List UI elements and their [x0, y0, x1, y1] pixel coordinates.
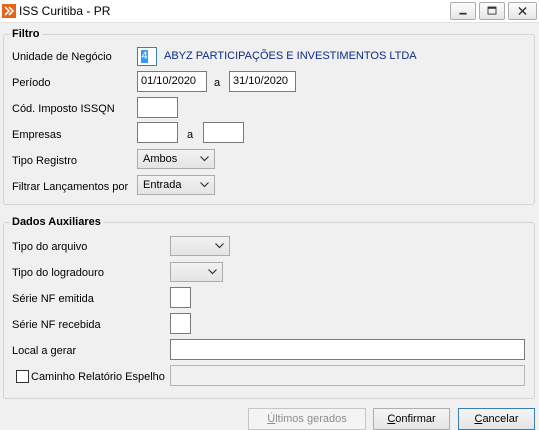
cod-imposto-input[interactable] — [137, 97, 178, 118]
tipo-arquivo-select[interactable] — [170, 236, 230, 256]
close-icon — [518, 6, 527, 16]
serie-emitida-input[interactable] — [170, 287, 191, 308]
empresas-start-input[interactable] — [137, 122, 178, 143]
cancelar-button[interactable]: Cancelar — [458, 408, 535, 430]
app-logo-icon — [2, 4, 16, 18]
confirmar-button[interactable]: Confirmar — [373, 408, 450, 430]
filtrar-select[interactable]: Entrada — [137, 175, 215, 195]
minimize-button[interactable] — [450, 2, 476, 20]
serie-emitida-label: Série NF emitida — [12, 293, 94, 305]
minimize-icon — [459, 12, 467, 15]
periodo-start-input[interactable]: 01/10/2020 — [137, 71, 207, 92]
chevron-down-icon — [200, 182, 209, 188]
periodo-separator: a — [214, 77, 221, 89]
caminho-relatorio-label[interactable]: Caminho Relatório Espelho — [31, 371, 165, 383]
local-gerar-input[interactable] — [170, 339, 525, 360]
tipo-registro-select[interactable]: Ambos — [137, 149, 215, 169]
maximize-button[interactable] — [479, 2, 505, 20]
chevron-down-icon — [215, 243, 224, 249]
serie-recebida-label: Série NF recebida — [12, 319, 101, 331]
filtro-legend: Filtro — [10, 28, 42, 40]
confirmar-label: onfirmar — [395, 413, 436, 425]
tipo-logradouro-select[interactable] — [170, 262, 223, 282]
chevron-down-icon — [208, 269, 217, 275]
title-bar: ISS Curitiba - PR — [0, 0, 539, 23]
unidade-label: Unidade de Negócio — [12, 51, 112, 63]
tipo-logradouro-label: Tipo do logradouro — [12, 267, 104, 279]
tipo-registro-label: Tipo Registro — [12, 155, 78, 167]
unidade-code-input[interactable]: 4 — [137, 47, 157, 66]
caminho-relatorio-checkbox[interactable] — [16, 370, 29, 383]
ultimos-gerados-mnemonic: Ú — [267, 413, 276, 425]
maximize-icon — [487, 6, 497, 15]
chevron-down-icon — [200, 156, 209, 162]
window-title: ISS Curitiba - PR — [19, 4, 111, 18]
unidade-name: ABYZ PARTICIPAÇÕES E INVESTIMENTOS LTDA — [164, 50, 417, 62]
tipo-arquivo-label: Tipo do arquivo — [12, 241, 88, 253]
periodo-end-input[interactable]: 31/10/2020 — [229, 71, 296, 92]
cod-imposto-label: Cód. Imposto ISSQN — [12, 103, 115, 115]
ultimos-gerados-button[interactable]: Últimos gerados — [248, 408, 366, 430]
unidade-code-value: 4 — [141, 50, 148, 63]
empresas-end-input[interactable] — [203, 122, 244, 143]
cancelar-label: ancelar — [482, 413, 519, 425]
dados-auxiliares-legend: Dados Auxiliares — [10, 216, 103, 228]
serie-recebida-input[interactable] — [170, 313, 191, 334]
caminho-relatorio-input — [170, 365, 525, 386]
close-button[interactable] — [508, 2, 537, 20]
empresas-label: Empresas — [12, 129, 62, 141]
local-gerar-label: Local a gerar — [12, 345, 77, 357]
tipo-registro-value: Ambos — [143, 153, 178, 165]
filtrar-label: Filtrar Lançamentos por — [12, 181, 129, 193]
empresas-separator: a — [187, 129, 194, 141]
periodo-label: Período — [12, 77, 51, 89]
ultimos-gerados-label: ltimos gerados — [275, 413, 347, 425]
filtrar-value: Entrada — [143, 179, 182, 191]
